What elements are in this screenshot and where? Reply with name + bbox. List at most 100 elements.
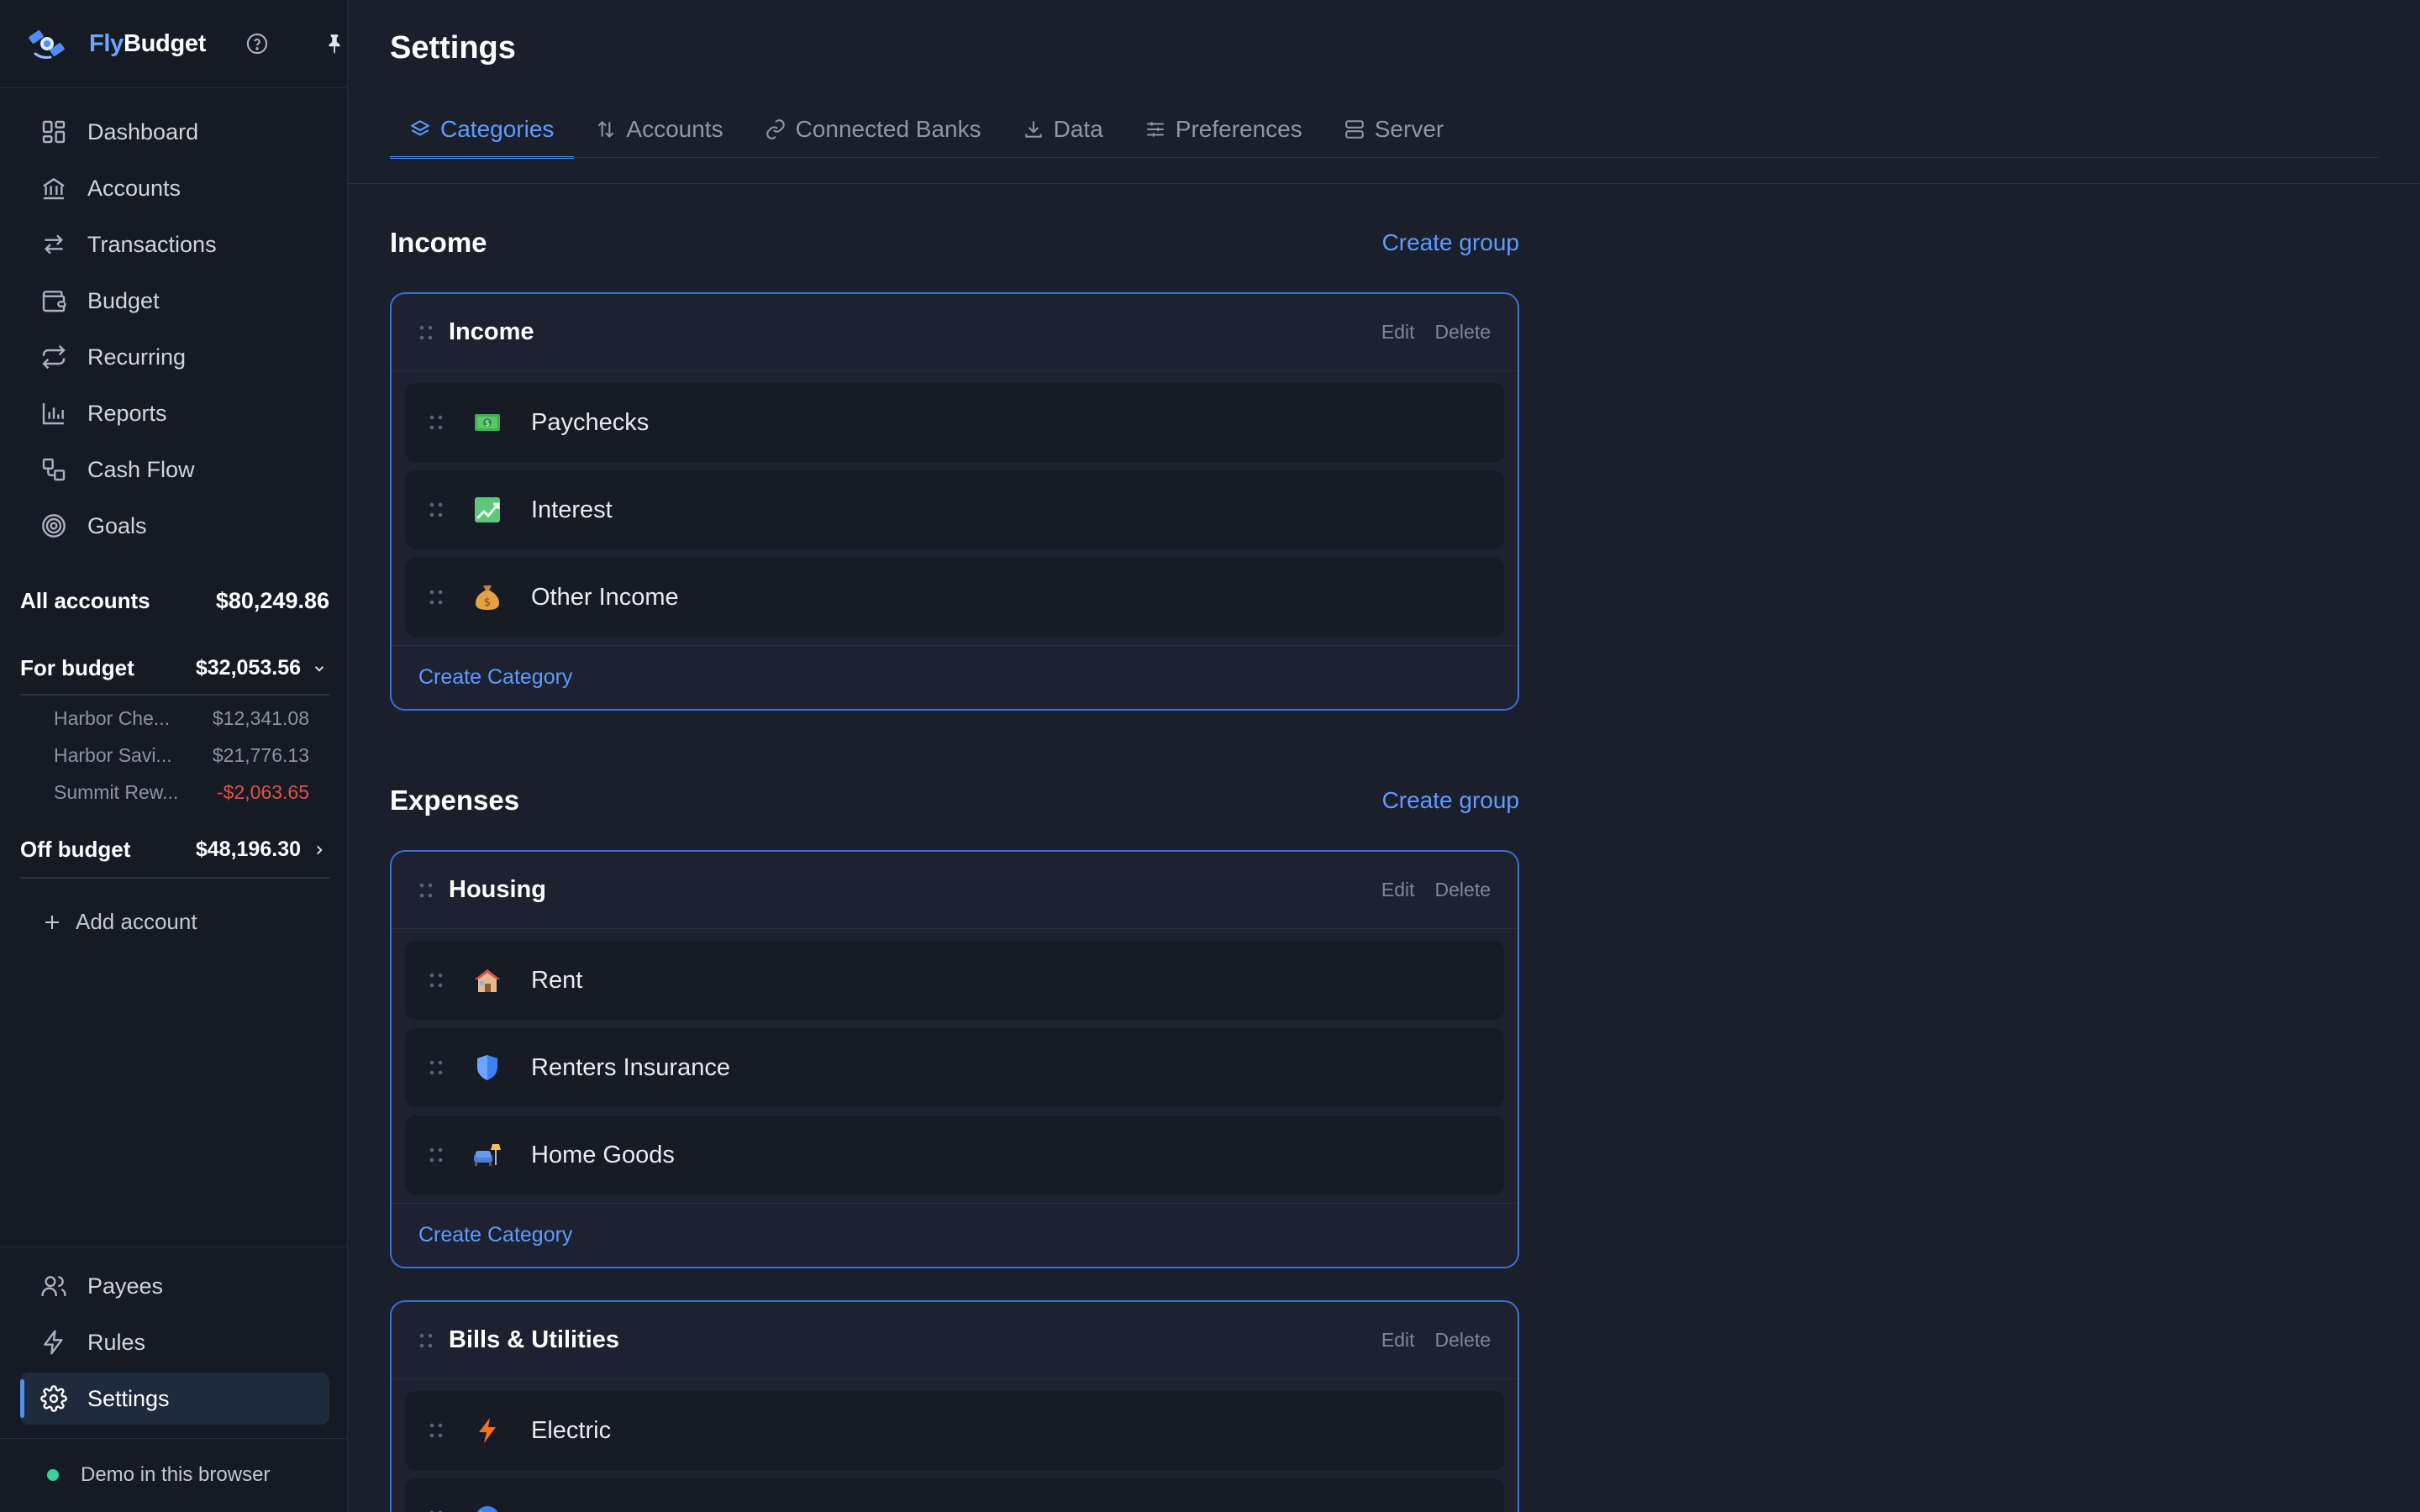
account-balance-negative: -$2,063.65: [217, 781, 309, 803]
off-budget-group[interactable]: Off budget $48,196.30: [20, 837, 329, 863]
gear-icon: [39, 1383, 69, 1414]
chevron-down-icon: [309, 659, 329, 679]
tab-data[interactable]: Data: [1002, 101, 1123, 158]
category-row[interactable]: [405, 1478, 1504, 1512]
account-row[interactable]: Harbor Savi... $21,776.13: [54, 744, 309, 767]
edit-group-button[interactable]: Edit: [1381, 1329, 1415, 1352]
drag-handle-icon[interactable]: [429, 414, 444, 431]
nav-item-dashboard[interactable]: Dashboard: [20, 106, 329, 158]
category-row[interactable]: $ Other Income: [405, 558, 1504, 637]
category-list: $ Paychecks Interest $ Other Income: [392, 371, 1518, 637]
add-account-label: Add account: [76, 909, 197, 934]
create-group-button[interactable]: Create group: [1382, 787, 1519, 814]
nav-item-accounts[interactable]: Accounts: [20, 162, 329, 214]
category-row[interactable]: Rent: [405, 941, 1504, 1020]
tab-categories[interactable]: Categories: [390, 101, 575, 159]
tab-preferences[interactable]: Preferences: [1123, 101, 1323, 158]
bank-icon: [39, 173, 69, 203]
nav-item-goals[interactable]: Goals: [20, 500, 329, 552]
nav-item-transactions[interactable]: Transactions: [20, 218, 329, 270]
edit-group-button[interactable]: Edit: [1381, 879, 1415, 901]
group-header: Income Edit Delete: [392, 294, 1518, 371]
plus-icon: [40, 911, 64, 934]
all-accounts-row[interactable]: All accounts $80,249.86: [20, 588, 329, 614]
category-group-card: Bills & Utilities Edit Delete Electric: [390, 1300, 1519, 1512]
category-row[interactable]: Electric: [405, 1391, 1504, 1470]
chart-up-icon: [471, 493, 504, 527]
account-name: Summit Rew...: [54, 781, 179, 803]
sidebar-divider: [0, 1438, 348, 1439]
drag-handle-icon[interactable]: [418, 324, 434, 341]
pin-icon[interactable]: [321, 30, 348, 57]
delete-group-button[interactable]: Delete: [1435, 1329, 1491, 1352]
nav-item-rules[interactable]: Rules: [20, 1316, 329, 1368]
drag-handle-icon[interactable]: [418, 882, 434, 899]
category-group-card: Housing Edit Delete Rent Renters Insuran…: [390, 850, 1519, 1268]
category-name: Other Income: [531, 583, 679, 611]
tab-server[interactable]: Server: [1323, 101, 1464, 158]
shield-icon: [471, 1051, 504, 1084]
secondary-nav: Payees Rules Settings: [20, 1260, 329, 1429]
nav-label: Transactions: [87, 231, 217, 257]
nav-label: Cash Flow: [87, 456, 195, 482]
delete-group-button[interactable]: Delete: [1435, 879, 1491, 901]
category-list: Rent Renters Insurance Home Goods: [392, 929, 1518, 1194]
sliders-icon: [1144, 118, 1167, 141]
nav-item-budget[interactable]: Budget: [20, 275, 329, 327]
off-budget-label: Off budget: [20, 837, 131, 862]
nav-item-reports[interactable]: Reports: [20, 387, 329, 439]
drag-handle-icon[interactable]: [429, 589, 444, 606]
nav-item-settings[interactable]: Settings: [20, 1373, 329, 1425]
account-row[interactable]: Harbor Che... $12,341.08: [54, 707, 309, 730]
account-name: Harbor Savi...: [54, 744, 172, 766]
drag-handle-icon[interactable]: [429, 1147, 444, 1163]
account-row[interactable]: Summit Rew... -$2,063.65: [54, 781, 309, 804]
add-account-button[interactable]: Add account: [40, 909, 197, 935]
drag-handle-icon[interactable]: [429, 1059, 444, 1076]
tab-label: Preferences: [1175, 116, 1302, 142]
drag-handle-icon[interactable]: [429, 501, 444, 518]
for-budget-group[interactable]: For budget $32,053.56: [20, 655, 329, 681]
nav-label: Settings: [87, 1385, 170, 1411]
nav-label: Rules: [87, 1329, 146, 1355]
tab-connected-banks[interactable]: Connected Banks: [744, 101, 1002, 158]
drag-handle-icon[interactable]: [429, 972, 444, 989]
repeat-icon: [39, 342, 69, 372]
tab-label: Server: [1374, 116, 1444, 142]
group-name: Income: [449, 318, 534, 345]
header-divider: [348, 183, 2420, 184]
delete-group-button[interactable]: Delete: [1435, 321, 1491, 344]
category-name: Interest: [531, 496, 613, 523]
account-balance: $21,776.13: [212, 744, 309, 766]
brand[interactable]: FlyBudget: [27, 24, 340, 64]
for-budget-amount: $32,053.56: [195, 656, 301, 680]
create-group-button[interactable]: Create group: [1382, 229, 1519, 256]
lightning-icon: [39, 1327, 69, 1357]
lightning-icon: [471, 1414, 504, 1447]
tab-accounts[interactable]: Accounts: [574, 101, 743, 158]
account-balance: $12,341.08: [212, 707, 309, 729]
nav-label: Accounts: [87, 175, 182, 201]
category-row[interactable]: $ Paychecks: [405, 383, 1504, 462]
category-group-card: Income Edit Delete $ Paychecks Interest …: [390, 292, 1519, 711]
all-accounts-label: All accounts: [20, 588, 150, 613]
tabs-divider: [390, 157, 2378, 158]
drag-handle-icon[interactable]: [429, 1422, 444, 1439]
sort-arrows-icon: [594, 118, 618, 141]
create-category-button[interactable]: Create Category: [418, 1223, 572, 1247]
category-row[interactable]: Renters Insurance: [405, 1028, 1504, 1107]
nav-item-cash-flow[interactable]: Cash Flow: [20, 444, 329, 496]
category-row[interactable]: Interest: [405, 470, 1504, 549]
nav-item-recurring[interactable]: Recurring: [20, 331, 329, 383]
edit-group-button[interactable]: Edit: [1381, 321, 1415, 344]
category-row[interactable]: Home Goods: [405, 1116, 1504, 1194]
create-category-button[interactable]: Create Category: [418, 665, 572, 690]
satellite-logo-icon: [27, 24, 74, 64]
off-budget-amount: $48,196.30: [195, 837, 301, 861]
nav-item-payees[interactable]: Payees: [20, 1260, 329, 1312]
drag-handle-icon[interactable]: [418, 1332, 434, 1349]
money-bag-icon: $: [471, 580, 504, 614]
server-icon: [1343, 118, 1366, 141]
help-icon[interactable]: [244, 30, 271, 57]
for-budget-label: For budget: [20, 655, 134, 680]
